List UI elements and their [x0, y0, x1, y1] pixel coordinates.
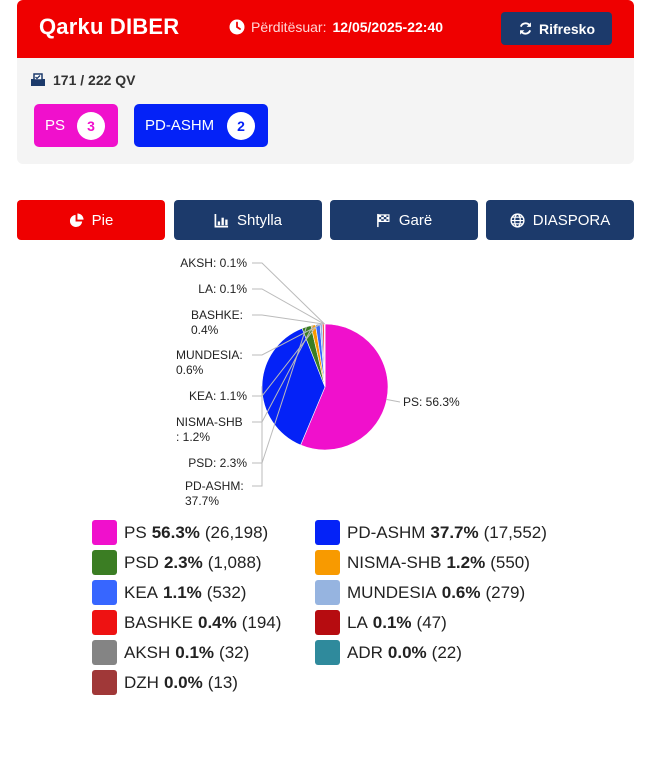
legend-votes: (22)	[431, 642, 462, 662]
legend-votes: (279)	[485, 582, 526, 602]
pie-label-la: LA: 0.1%	[198, 282, 247, 296]
leader-line	[252, 386, 263, 487]
legend-party-name: DZH	[124, 672, 159, 692]
seat-count: 2	[227, 111, 255, 140]
pie-label-mundesia: MUNDESIA: 0.6%	[176, 348, 243, 377]
legend-item-adr: ADR 0.0% (22)	[315, 640, 462, 665]
tab-race[interactable]: Garë	[330, 200, 478, 240]
tab-label: Shtylla	[236, 211, 283, 229]
legend-percentage: 0.1%	[175, 642, 215, 662]
qv-text: 171 / 222 QV	[53, 72, 136, 88]
legend-item-psd: PSD 2.3% (1,088)	[92, 550, 262, 575]
legend-percentage: 2.3%	[163, 552, 203, 572]
legend-votes: (17,552)	[483, 522, 547, 542]
leader-line	[386, 398, 401, 403]
legend-percentage: 56.3%	[151, 522, 200, 542]
legend-party-name: KEA	[124, 582, 159, 602]
legend-swatch	[315, 520, 340, 545]
legend-item-la: LA 0.1% (47)	[315, 610, 447, 635]
seat-badge-ps: PS 3	[34, 104, 118, 147]
legend-swatch	[92, 640, 117, 665]
legend-item-nisma-shb: NISMA-SHB 1.2% (550)	[315, 550, 530, 575]
legend-percentage: 1.2%	[446, 552, 486, 572]
legend-percentage: 0.4%	[197, 612, 237, 632]
legend-percentage: 0.1%	[372, 612, 412, 632]
pie-label-nisma-shb: NISMA-SHB: 1.2%	[176, 415, 243, 444]
refresh-button[interactable]: Rifresko	[501, 12, 612, 45]
legend-percentage: 1.1%	[163, 582, 202, 602]
legend-votes: (13)	[207, 672, 238, 692]
legend-votes: (550)	[490, 552, 530, 572]
pie-label-ps: PS: 56.3%	[403, 395, 460, 409]
legend-party-name: PD-ASHM	[347, 522, 426, 542]
tab-diaspora[interactable]: DIASPORA	[486, 200, 634, 240]
legend-percentage: 37.7%	[430, 522, 479, 542]
legend-votes: (194)	[241, 612, 282, 632]
pie-chart-icon	[69, 212, 84, 227]
ballot-box-icon	[31, 73, 45, 86]
legend-party-name: PSD	[124, 552, 159, 572]
seat-party: PS	[45, 117, 66, 134]
tab-bars[interactable]: Shtylla	[174, 200, 322, 240]
legend-swatch	[92, 670, 117, 695]
legend-percentage: 0.0%	[387, 642, 427, 662]
tab-pie[interactable]: Pie	[17, 200, 165, 240]
legend-party-name: AKSH	[124, 642, 171, 662]
race-flag-icon	[376, 213, 390, 227]
pie-label-pd-ashm: PD-ASHM: 37.7%	[185, 479, 244, 508]
legend-swatch	[92, 550, 117, 575]
refresh-label: Rifresko	[538, 20, 596, 37]
legend-percentage: 0.6%	[441, 582, 481, 602]
results-header: Qarku DIBER Përditësuar: 12/05/2025-22:4…	[17, 0, 634, 58]
pie-label-kea: KEA: 1.1%	[189, 389, 247, 403]
legend-party-name: LA	[347, 612, 368, 632]
legend-party-name: BASHKE	[124, 612, 193, 632]
legend-swatch	[92, 520, 117, 545]
legend-party-name: MUNDESIA	[347, 582, 437, 602]
legend-item-aksh: AKSH 0.1% (32)	[92, 640, 249, 665]
pie-label-bashke: BASHKE: 0.4%	[191, 308, 243, 337]
last-updated: Përditësuar: 12/05/2025-22:40	[229, 19, 443, 35]
legend-swatch	[315, 550, 340, 575]
legend-item-bashke: BASHKE 0.4% (194)	[92, 610, 281, 635]
summary-panel: 171 / 222 QV PS 3 PD-ASHM 2	[17, 58, 634, 164]
legend-item-mundesia: MUNDESIA 0.6% (279)	[315, 580, 525, 605]
legend-swatch	[315, 640, 340, 665]
tab-label: Garë	[398, 211, 433, 229]
legend-item-pd-ashm: PD-ASHM 37.7% (17,552)	[315, 520, 547, 545]
leader-line	[252, 314, 324, 325]
tab-label: DIASPORA	[532, 211, 611, 229]
legend-party-name: NISMA-SHB	[347, 552, 442, 572]
globe-icon	[510, 212, 525, 228]
refresh-icon	[519, 22, 532, 35]
legend-percentage: 0.0%	[163, 672, 203, 692]
legend-party-name: ADR	[347, 642, 383, 662]
legend-votes: (47)	[416, 612, 447, 632]
legend-swatch	[92, 580, 117, 605]
pie-label-aksh: AKSH: 0.1%	[180, 256, 247, 270]
pie-label-psd: PSD: 2.3%	[188, 456, 247, 470]
updated-label: Përditësuar:	[251, 19, 327, 35]
legend-swatch	[315, 580, 340, 605]
legend-party-name: PS	[124, 522, 147, 542]
clock-icon	[229, 19, 245, 35]
seat-party: PD-ASHM	[145, 117, 215, 134]
region-title: Qarku DIBER	[39, 14, 180, 39]
tab-label: Pie	[91, 211, 114, 229]
legend-swatch	[92, 610, 117, 635]
bar-chart-icon	[214, 213, 229, 227]
legend-votes: (26,198)	[204, 522, 269, 542]
legend-item-dzh: DZH 0.0% (13)	[92, 670, 238, 695]
vote-share-pie-chart: PS: 56.3% PD-ASHM: 37.7% PSD: 2.3% NISMA-SHB…	[176, 256, 460, 508]
legend-votes: (32)	[219, 642, 250, 662]
updated-timestamp: 12/05/2025-22:40	[332, 19, 444, 35]
seat-count: 3	[77, 111, 105, 140]
seat-badge-pd-ashm: PD-ASHM 2	[134, 104, 268, 147]
legend-item-kea: KEA 1.1% (532)	[92, 580, 246, 605]
legend-swatch	[315, 610, 340, 635]
legend-votes: (1,088)	[207, 552, 262, 572]
legend-item-ps: PS 56.3% (26,198)	[92, 520, 268, 545]
polling-stations-count: 171 / 222 QV	[30, 72, 136, 88]
legend-votes: (532)	[206, 582, 247, 602]
